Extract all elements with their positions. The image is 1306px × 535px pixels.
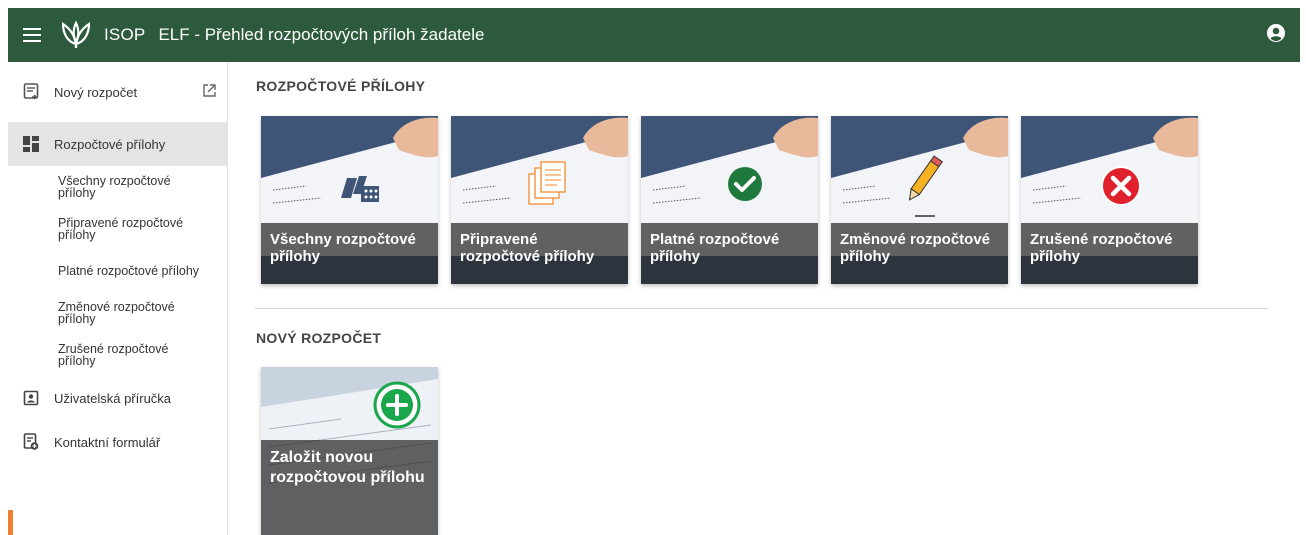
account-icon[interactable] xyxy=(1266,23,1290,47)
x-circle-icon xyxy=(1101,166,1141,206)
card-label: Připravené rozpočtové přílohy xyxy=(451,223,628,284)
sidebar-item-label: Kontaktní formulář xyxy=(54,434,161,450)
open-external-icon[interactable] xyxy=(202,83,217,103)
card-label: Zrušené rozpočtové přílohy xyxy=(1021,223,1198,284)
plus-circle-icon xyxy=(373,381,421,429)
form-add-icon xyxy=(8,433,54,451)
menu-icon[interactable] xyxy=(8,8,56,62)
card-platne[interactable]: Platné rozpočtové přílohy xyxy=(641,116,818,284)
card-vsechny[interactable]: Všechny rozpočtové přílohy xyxy=(261,116,438,284)
sidebar: Nový rozpočet Rozpočtové přílohy Všechny… xyxy=(8,62,228,535)
sidebar-item-label: Uživatelská příručka xyxy=(54,390,172,406)
main-content: ROZPOČTOVÉ PŘÍLOHY Všechny rozpočtové př… xyxy=(240,62,1300,535)
card-zalozit-novou[interactable]: Založit novou rozpočtovou přílohu xyxy=(261,367,438,535)
sidebar-item-kontaktni-formular[interactable]: Kontaktní formulář xyxy=(8,420,227,464)
top-app-bar: ISOP ELF - Přehled rozpočtových příloh ž… xyxy=(8,8,1300,62)
card-label: Založit novou rozpočtovou přílohu xyxy=(261,440,438,535)
sidebar-item-rozpoctove-prilohy[interactable]: Rozpočtové přílohy xyxy=(8,122,227,166)
sidebar-subitem-pripravene[interactable]: Připravené rozpočtové přílohy xyxy=(8,208,227,250)
sidebar-subitem-vsechny[interactable]: Všechny rozpočtové přílohy xyxy=(8,166,227,208)
sidebar-subitem-zmenove[interactable]: Změnové rozpočtové přílohy xyxy=(8,292,227,334)
sidebar-item-label: Rozpočtové přílohy xyxy=(54,136,166,152)
card-pripravene[interactable]: Připravené rozpočtové přílohy xyxy=(451,116,628,284)
card-zmenove[interactable]: Změnové rozpočtové přílohy xyxy=(831,116,1008,284)
check-circle-icon xyxy=(728,167,762,201)
dashboard-icon xyxy=(8,136,54,152)
document-stack-icon xyxy=(528,161,566,205)
sidebar-item-novy-rozpocet[interactable]: Nový rozpočet xyxy=(8,62,227,122)
sidebar-subitem-zrusene[interactable]: Zrušené rozpočtové přílohy xyxy=(8,334,227,376)
section-title-rozpoctove-prilohy: ROZPOČTOVÉ PŘÍLOHY xyxy=(256,78,426,94)
card-label: Všechny rozpočtové přílohy xyxy=(261,223,438,284)
sidebar-subitem-platne[interactable]: Platné rozpočtové přílohy xyxy=(8,250,227,292)
section-title-novy-rozpocet: NOVÝ ROZPOČET xyxy=(256,330,382,346)
app-name: ISOP xyxy=(104,25,146,44)
accent-marker xyxy=(8,510,13,535)
isop-logo-icon xyxy=(58,17,94,53)
document-arrow-icon xyxy=(8,83,54,101)
section-divider xyxy=(255,308,1268,309)
page-title: ELF - Přehled rozpočtových příloh žadate… xyxy=(158,25,485,44)
card-label: Změnové rozpočtové přílohy xyxy=(831,223,1008,284)
card-label: Platné rozpočtové přílohy xyxy=(641,223,818,284)
contact-book-icon xyxy=(8,390,54,406)
sidebar-item-label: Nový rozpočet xyxy=(54,84,138,100)
sidebar-item-uzivatelska-prirucka[interactable]: Uživatelská příručka xyxy=(8,376,227,420)
card-zrusene[interactable]: Zrušené rozpočtové přílohy xyxy=(1021,116,1198,284)
